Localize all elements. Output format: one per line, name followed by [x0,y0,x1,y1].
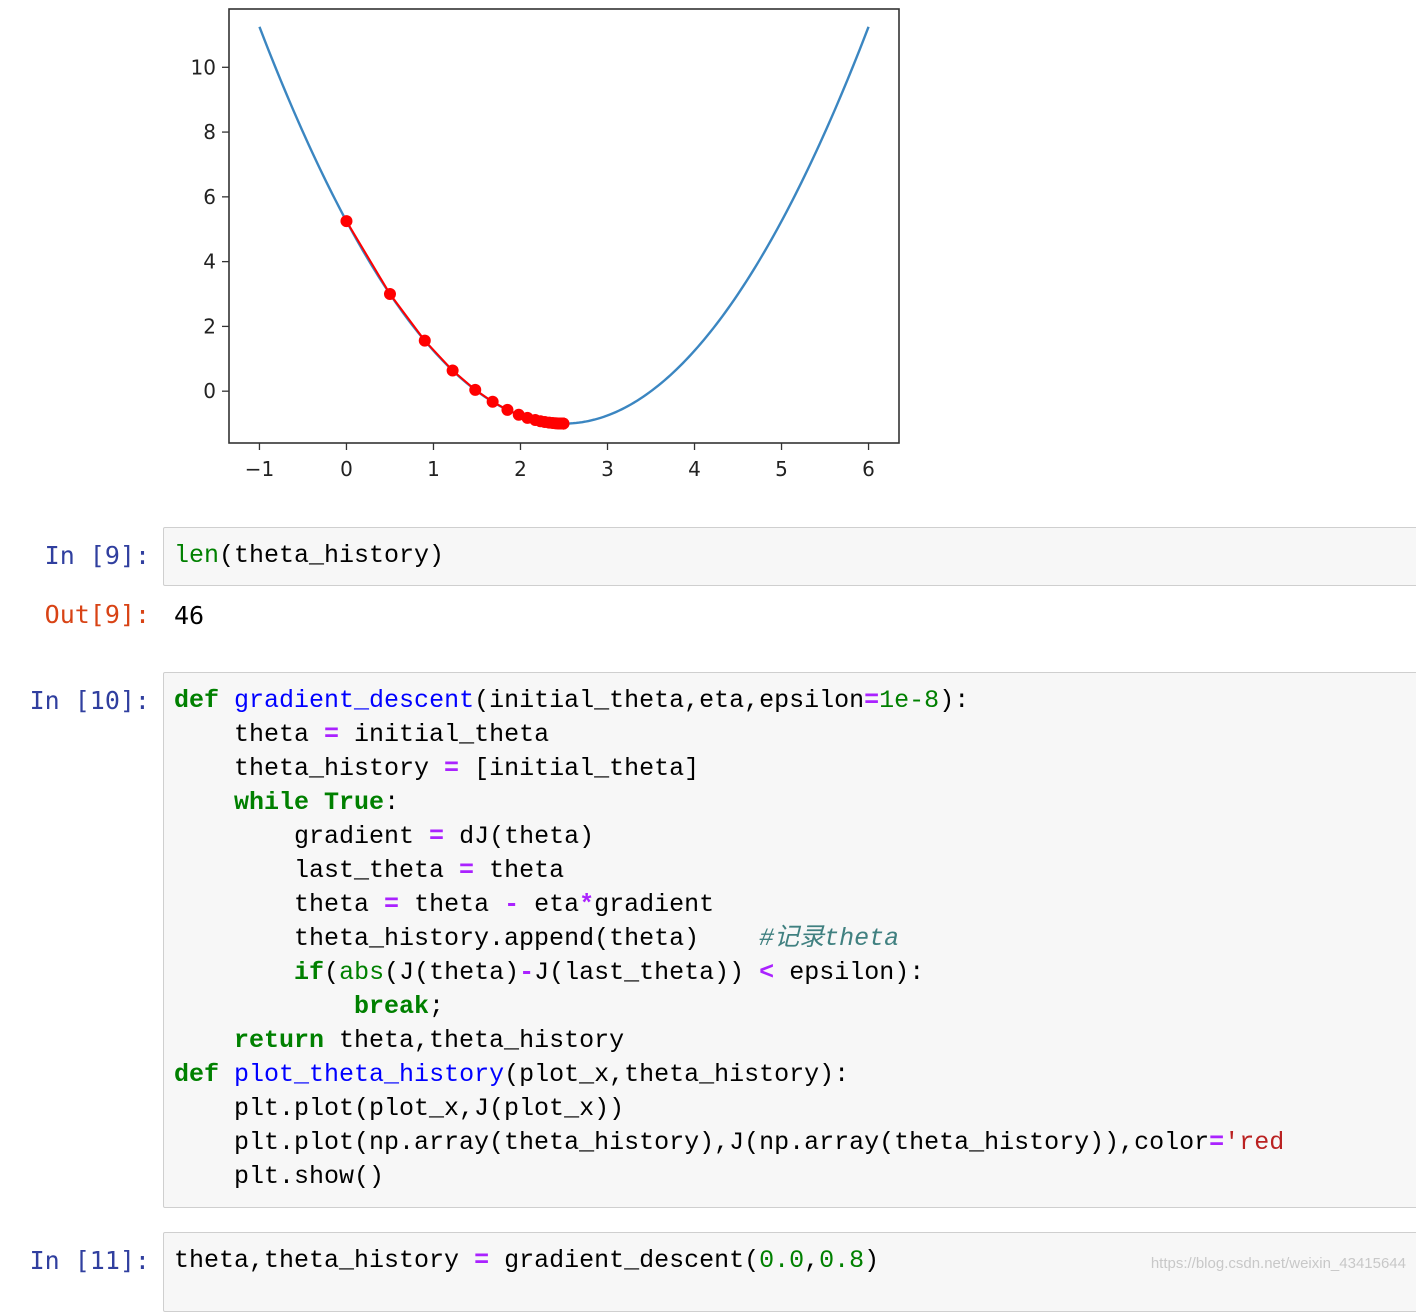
y-tick-label: 6 [203,185,216,209]
builtin-len: len [174,541,220,570]
code-cell-10[interactable]: def gradient_descent(initial_theta,eta,e… [163,672,1416,1208]
plot-figure: −1 0 1 2 3 4 5 6 0 2 4 6 8 10 [191,8,900,481]
y-tick-label: 10 [191,55,216,79]
x-tick-label: 4 [688,457,701,481]
code-string: 'red [1224,1128,1285,1157]
cell-code: def gradient_descent(initial_theta,eta,e… [174,686,1285,1191]
x-tick-label: 6 [862,457,875,481]
scatter-point [418,334,431,347]
arg-initial-theta: 0.0 [759,1246,805,1275]
scatter-point [557,417,570,430]
scatter-point [469,383,482,396]
x-tick-label: 3 [601,457,614,481]
scatter-point [340,215,353,228]
output-value: 46 [174,601,205,630]
x-tick-label: −1 [245,457,274,481]
axes-frame [228,8,900,444]
code-comment: #记录theta [759,924,900,953]
x-tick-label: 1 [427,457,440,481]
y-tick-label: 0 [203,379,216,403]
x-tick-label: 0 [340,457,353,481]
input-prompt-11: In [11]: [29,1246,150,1275]
code-cell-11[interactable]: theta,theta_history = gradient_descent(0… [163,1232,1416,1312]
code-cell-9[interactable]: len(theta_history) [163,527,1416,586]
x-tick-label: 5 [775,457,788,481]
cell-code: len(theta_history) [174,541,445,570]
y-tick-label: 4 [203,250,216,274]
watermark: https://blog.csdn.net/weixin_43415644 [1150,1255,1406,1272]
scatter-point [383,288,396,301]
y-tick-label: 2 [203,314,216,338]
input-prompt-10: In [10]: [29,686,150,715]
cell-code: theta,theta_history = gradient_descent(0… [174,1246,880,1275]
y-tick-label: 8 [203,120,216,144]
scatter-point [501,403,514,416]
scatter-point [446,364,459,377]
scatter-point [486,395,499,408]
input-prompt-9: In [9]: [44,541,150,570]
output-prompt-9: Out[9]: [44,600,150,629]
arg-eta: 0.8 [819,1246,865,1275]
x-tick-label: 2 [514,457,527,481]
